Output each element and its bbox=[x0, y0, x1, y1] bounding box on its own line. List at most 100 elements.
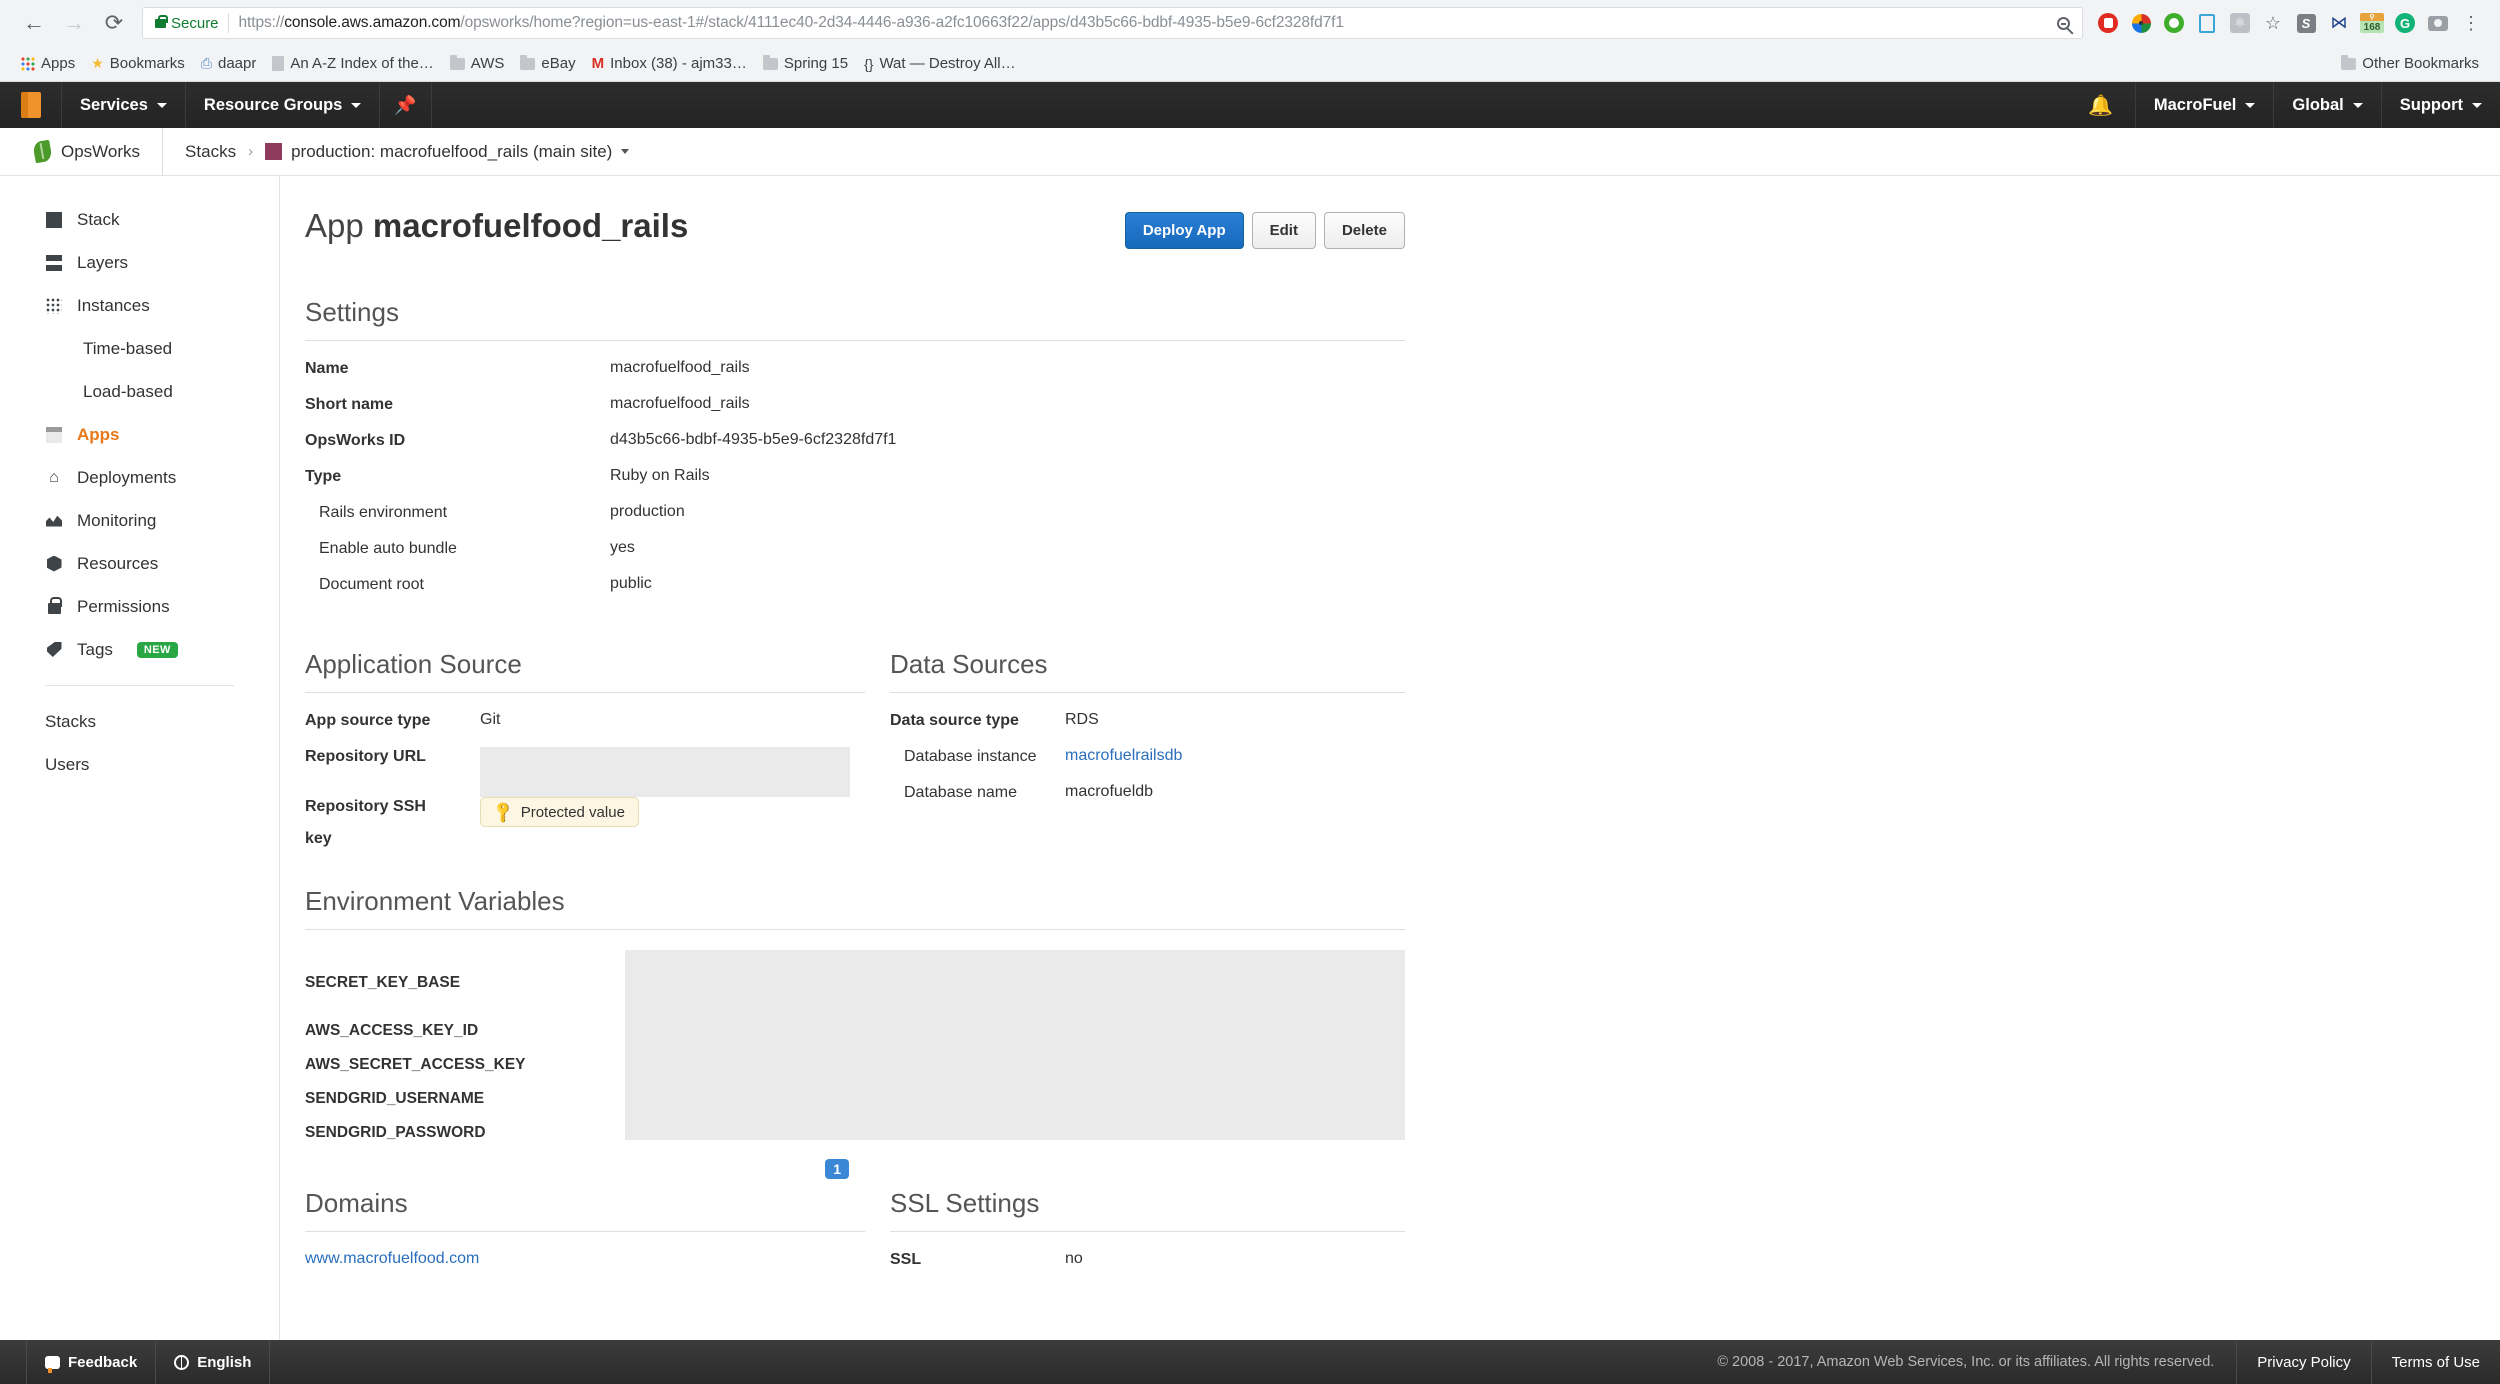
table-row: Database instance macrofuelrailsdb bbox=[890, 747, 1405, 783]
row-value: production bbox=[610, 503, 685, 520]
nav-pin-button[interactable]: 📌 bbox=[380, 82, 432, 128]
sidebar-item-load-based[interactable]: Load-based bbox=[0, 370, 279, 413]
bookmark-bookmarks[interactable]: ★ Bookmarks bbox=[84, 51, 192, 76]
nav-support-menu[interactable]: Support bbox=[2380, 82, 2500, 128]
delete-button[interactable]: Delete bbox=[1323, 212, 1405, 249]
zoom-out-icon[interactable] bbox=[2050, 10, 2076, 36]
domain-link[interactable]: www.macrofuelfood.com bbox=[305, 1250, 479, 1268]
privacy-policy-link[interactable]: Privacy Policy bbox=[2236, 1340, 2370, 1384]
bookmark-star-icon[interactable]: ☆ bbox=[2258, 8, 2288, 38]
row-value: Ruby on Rails bbox=[610, 467, 710, 484]
apps-grid-icon bbox=[21, 56, 35, 71]
sidebar-item-apps[interactable]: Apps bbox=[0, 413, 279, 456]
table-row: Type Ruby on Rails bbox=[305, 467, 1405, 503]
row-value: macrofueldb bbox=[1065, 783, 1154, 800]
page-header: App macrofuelfood_rails Deploy App Edit … bbox=[305, 206, 1405, 259]
notification-bell-icon[interactable]: 🔔 bbox=[2066, 82, 2135, 128]
source-and-data-sections: Application Source App source type Git R… bbox=[305, 611, 1405, 848]
table-row: SSL no bbox=[890, 1250, 1405, 1286]
sidebar-item-layers[interactable]: Layers bbox=[0, 241, 279, 284]
bookmark-icon: ⎙ bbox=[200, 55, 212, 71]
sidebar-item-deployments[interactable]: ⌂ Deployments bbox=[0, 456, 279, 499]
environment-variable-keys: SECRET_KEY_BASE AWS_ACCESS_KEY_ID AWS_SE… bbox=[305, 950, 625, 1150]
database-instance-link[interactable]: macrofuelrailsdb bbox=[1065, 747, 1182, 764]
bowtie-icon[interactable]: ⋈ bbox=[2324, 8, 2354, 38]
bookmark-label: daapr bbox=[218, 55, 257, 72]
row-value: 🔑 Protected value bbox=[480, 797, 639, 827]
feedback-button[interactable]: Feedback bbox=[26, 1340, 157, 1384]
bookmark-az-index[interactable]: An A-Z Index of the… bbox=[265, 51, 440, 76]
screenshot-camera-icon[interactable] bbox=[2423, 8, 2453, 38]
sidebar-item-monitoring[interactable]: Monitoring bbox=[0, 499, 279, 542]
bookmark-apps[interactable]: Apps bbox=[14, 51, 82, 76]
sidebar-item-users[interactable]: Users bbox=[0, 743, 279, 786]
page-title-prefix: App bbox=[305, 207, 364, 244]
url-text: https://console.aws.amazon.com/opsworks/… bbox=[239, 14, 2050, 32]
bookmark-daapr[interactable]: ⎙ daapr bbox=[194, 51, 264, 76]
forward-arrow-icon[interactable]: → bbox=[54, 3, 94, 43]
url-path: /opsworks/home?region=us-east-1#/stack/4… bbox=[460, 14, 1344, 31]
sidebar-item-label: Layers bbox=[77, 252, 129, 272]
row-key: Enable auto bundle bbox=[319, 540, 457, 557]
sidebar-item-label: Stacks bbox=[45, 711, 97, 731]
sidebar-item-resources[interactable]: Resources bbox=[0, 542, 279, 585]
nav-region-menu[interactable]: Global bbox=[2273, 82, 2380, 128]
breadcrumb-current-stack[interactable]: production: macrofuelfood_rails (main si… bbox=[265, 142, 630, 162]
pin-icon: 📌 bbox=[394, 94, 417, 115]
ssl-settings-heading: SSL Settings bbox=[890, 1188, 1040, 1218]
sidebar-item-time-based[interactable]: Time-based bbox=[0, 327, 279, 370]
grammarly-icon[interactable]: G bbox=[2390, 8, 2420, 38]
language-label: English bbox=[197, 1353, 252, 1371]
nav-account-menu[interactable]: MacroFuel bbox=[2134, 82, 2274, 128]
bookmark-spring15[interactable]: Spring 15 bbox=[756, 51, 855, 76]
sidebar-item-instances[interactable]: Instances bbox=[0, 284, 279, 327]
color-wheel-icon[interactable] bbox=[2126, 8, 2156, 38]
folder-icon bbox=[449, 54, 465, 70]
sidebar-item-stacks[interactable]: Stacks bbox=[0, 700, 279, 743]
table-row: Repository URL bbox=[305, 747, 865, 797]
deploy-app-button[interactable]: Deploy App bbox=[1124, 212, 1244, 249]
bookmark-aws[interactable]: AWS bbox=[443, 51, 512, 76]
address-bar[interactable]: Secure https://console.aws.amazon.com/op… bbox=[142, 7, 2083, 39]
bookmark-label: Wat — Destroy All… bbox=[879, 55, 1016, 72]
reload-icon[interactable]: ⟳ bbox=[94, 3, 134, 43]
language-button[interactable]: English bbox=[156, 1340, 271, 1384]
breadcrumb-stacks-link[interactable]: Stacks bbox=[185, 142, 236, 162]
bookmark-inbox[interactable]: M Inbox (38) - ajm33… bbox=[585, 51, 754, 76]
page-actions: Deploy App Edit Delete bbox=[1124, 206, 1405, 249]
table-row: Database name macrofueldb bbox=[890, 783, 1405, 819]
react-devtools-icon[interactable]: ⚛ bbox=[2225, 8, 2255, 38]
back-arrow-icon[interactable]: ← bbox=[14, 3, 54, 43]
adblock-icon[interactable] bbox=[2093, 8, 2123, 38]
opsworks-home-link[interactable]: OpsWorks bbox=[32, 128, 164, 175]
nav-services[interactable]: Services bbox=[62, 82, 186, 128]
chrome-menu-icon[interactable]: ⋮ bbox=[2456, 8, 2486, 38]
stylish-icon[interactable]: S bbox=[2291, 8, 2321, 38]
sidebar-item-label: Tags bbox=[77, 639, 113, 659]
quantcast-icon[interactable] bbox=[2159, 8, 2189, 38]
bookmark-label: Spring 15 bbox=[783, 55, 849, 72]
instances-grid-icon bbox=[45, 297, 63, 315]
data-sources-section: Data Sources Data source type RDS Databa… bbox=[865, 611, 1405, 848]
layers-icon bbox=[45, 254, 63, 272]
nav-resource-groups[interactable]: Resource Groups bbox=[186, 82, 381, 128]
nav-resource-groups-label: Resource Groups bbox=[203, 95, 343, 114]
pocket-icon[interactable] bbox=[2192, 8, 2222, 38]
bookmark-wat[interactable]: {} Wat — Destroy All… bbox=[857, 51, 1023, 76]
bookmarks-bar: Apps ★ Bookmarks ⎙ daapr An A-Z Index of… bbox=[0, 46, 2500, 82]
sidebar-item-tags[interactable]: Tags NEW bbox=[0, 628, 279, 671]
list-item: www.macrofuelfood.com bbox=[305, 1250, 865, 1286]
chevron-down-icon bbox=[156, 102, 167, 108]
other-bookmarks-folder[interactable]: Other Bookmarks bbox=[2334, 51, 2486, 76]
url-host: console.aws.amazon.com bbox=[284, 14, 461, 31]
domains-list: www.macrofuelfood.com bbox=[305, 1250, 865, 1286]
counter-168-icon[interactable]: ⚲ 168 bbox=[2357, 8, 2387, 38]
edit-button[interactable]: Edit bbox=[1251, 212, 1316, 249]
env-var-key: AWS_ACCESS_KEY_ID bbox=[305, 1022, 479, 1039]
sidebar-item-stack[interactable]: Stack bbox=[0, 198, 279, 241]
bookmark-ebay[interactable]: eBay bbox=[513, 51, 582, 76]
sidebar-item-permissions[interactable]: Permissions bbox=[0, 585, 279, 628]
terms-of-use-link[interactable]: Terms of Use bbox=[2370, 1340, 2500, 1384]
aws-home-link[interactable] bbox=[0, 82, 62, 128]
breadcrumb-separator: › bbox=[248, 143, 254, 160]
